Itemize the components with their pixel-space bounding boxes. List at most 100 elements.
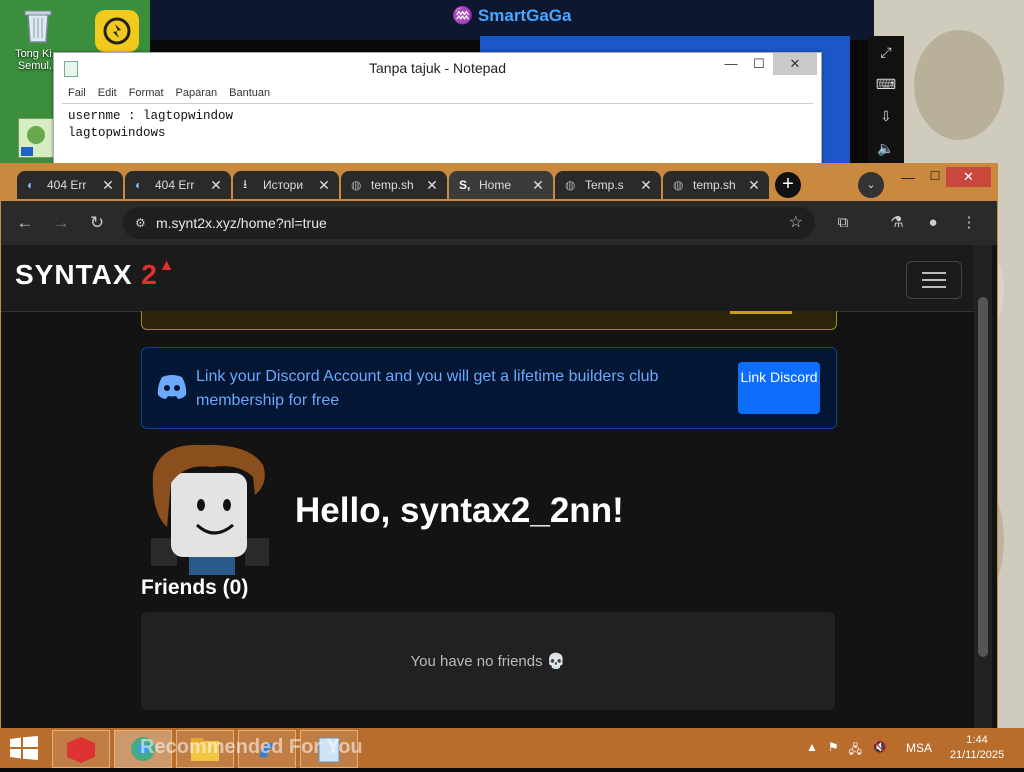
tab-label: Истори <box>263 178 304 192</box>
notepad-titlebar[interactable]: Tanpa tajuk - Notepad — ☐ ✕ <box>54 53 821 83</box>
warning-alert-button-partial[interactable] <box>730 311 792 314</box>
menu-view[interactable]: Paparan <box>176 87 218 99</box>
notepad-window[interactable]: Tanpa tajuk - Notepad — ☐ ✕ Fail Edit Fo… <box>53 52 822 169</box>
tab-home[interactable]: S, Home ✕ <box>449 171 553 199</box>
hamburger-line <box>922 279 946 281</box>
smartgaga-sidebar: ⤢ ⌨ ⇩ 🔈 <box>868 36 904 166</box>
tab-close-icon[interactable]: ✕ <box>423 177 441 194</box>
scrollbar-thumb[interactable] <box>978 297 988 657</box>
loading-icon: ◐ <box>135 178 143 192</box>
tab-strip: ◐ 404 Err ✕ ◐ 404 Err ✕ ⭳ Истори ✕ ◍ tem… <box>1 167 997 201</box>
taskbar-clock[interactable]: 1:44 21/11/2025 <box>946 733 1008 763</box>
syntax-favicon: S, <box>459 178 471 192</box>
notepad-close-button[interactable]: ✕ <box>773 53 817 75</box>
tab-search-button[interactable]: ⌄ <box>858 172 884 198</box>
tab-temp-2[interactable]: ◍ Temp.s ✕ <box>555 171 661 199</box>
clock-time: 1:44 <box>966 734 988 746</box>
discord-link-alert: Link your Discord Account and you will g… <box>141 347 837 429</box>
tab-label: Home <box>479 178 512 192</box>
friends-heading: Friends (0) <box>141 576 249 599</box>
bookmark-star-icon[interactable]: ☆ <box>789 207 803 239</box>
extensions-icon[interactable]: ⧉ <box>831 211 855 235</box>
page-content: SYNTAX 2 ▲ Link your Discord Account and… <box>1 245 974 732</box>
action-center-flag-icon[interactable]: ⚑ <box>828 740 839 761</box>
clock-date: 21/11/2025 <box>949 749 1005 761</box>
tab-close-icon[interactable]: ✕ <box>529 177 547 194</box>
taskbar-app-red-box[interactable] <box>52 730 110 768</box>
tab-temp-3[interactable]: ◍ temp.sh ✕ <box>663 171 769 199</box>
friends-card: You have no friends 💀 <box>141 612 835 710</box>
tab-label: 404 Err <box>155 178 195 192</box>
logo-number: 2 <box>141 259 158 290</box>
user-avatar[interactable] <box>141 443 271 575</box>
discord-icon <box>156 374 188 400</box>
smartgaga-title-text: SmartGaGa <box>477 6 572 25</box>
network-icon[interactable]: 🖧 <box>849 740 862 761</box>
tab-label: temp.sh <box>693 178 736 192</box>
syntax-logo[interactable]: SYNTAX 2 ▲ <box>15 257 183 291</box>
tab-label: Temp.s <box>585 178 624 192</box>
notepad-title: Tanpa tajuk - Notepad <box>369 60 506 76</box>
back-arrow-icon[interactable]: ← <box>13 211 37 235</box>
notepad-icon <box>64 61 78 77</box>
tab-close-icon[interactable]: ✕ <box>745 177 763 194</box>
browser-minimize-button[interactable]: — <box>896 169 920 189</box>
notepad-maximize-button[interactable]: ☐ <box>745 53 773 75</box>
site-info-icon[interactable]: ⚙ <box>135 207 146 239</box>
logo-text: SYNTAX <box>15 259 133 290</box>
tab-label: temp.sh <box>371 178 414 192</box>
tab-close-icon[interactable]: ✕ <box>637 177 655 194</box>
tab-label: 404 Err <box>47 178 87 192</box>
notepad-text-area[interactable]: usernme : lagtopwindow lagtopwindows <box>62 103 813 146</box>
recycle-bin-icon <box>19 6 57 46</box>
volume-muted-icon[interactable]: 🔇 <box>872 740 887 761</box>
tab-close-icon[interactable]: ✕ <box>99 177 117 194</box>
tab-close-icon[interactable]: ✕ <box>207 177 225 194</box>
address-bar[interactable]: ⚙ m.synt2x.xyz/home?nl=true ☆ <box>123 207 815 239</box>
smartgaga-title: ♒ SmartGaGa <box>452 6 571 26</box>
shortcut-icon[interactable] <box>18 118 54 158</box>
tray-overflow-icon[interactable]: ▲ <box>806 740 818 761</box>
forward-arrow-icon[interactable]: → <box>49 211 73 235</box>
notepad-menubar: Fail Edit Format Paparan Bantuan <box>54 83 821 103</box>
browser-close-button[interactable]: ✕ <box>946 167 991 187</box>
discord-alert-text: Link your Discord Account and you will g… <box>196 368 659 409</box>
windows-start-icon[interactable] <box>10 736 38 760</box>
smartgaga-launcher-icon[interactable] <box>95 10 139 52</box>
globe-icon: ◍ <box>565 178 576 192</box>
menu-edit[interactable]: Edit <box>98 87 117 99</box>
menu-help[interactable]: Bantuan <box>229 87 270 99</box>
language-indicator[interactable]: MSA <box>906 741 932 755</box>
tab-temp-1[interactable]: ◍ temp.sh ✕ <box>341 171 447 199</box>
menu-format[interactable]: Format <box>129 87 164 99</box>
volume-icon[interactable]: 🔈 <box>868 132 904 164</box>
navbar-toggle-button[interactable] <box>906 261 962 299</box>
download-icon: ⭳ <box>243 176 248 191</box>
link-discord-button[interactable]: Link Discord <box>738 362 820 414</box>
labs-flask-icon[interactable]: ⚗ <box>885 211 909 235</box>
profile-icon[interactable]: ● <box>921 211 945 235</box>
more-menu-icon[interactable]: ⋮ <box>957 211 981 235</box>
globe-icon: ◍ <box>673 178 684 192</box>
new-tab-button[interactable]: + <box>775 172 801 198</box>
tab-404-2[interactable]: ◐ 404 Err ✕ <box>125 171 231 199</box>
loading-icon: ◐ <box>27 178 35 192</box>
browser-maximize-button[interactable]: ☐ <box>923 169 947 189</box>
apk-install-icon[interactable]: ⇩ <box>868 100 904 132</box>
santa-hat-icon: ▲ <box>158 257 176 274</box>
recommended-watermark: Recommended For You <box>140 736 363 758</box>
tab-close-icon[interactable]: ✕ <box>315 177 333 194</box>
menu-file[interactable]: Fail <box>68 87 86 99</box>
tab-history[interactable]: ⭳ Истори ✕ <box>233 171 339 199</box>
globe-icon: ◍ <box>351 178 362 192</box>
reload-icon[interactable]: ↻ <box>85 211 109 235</box>
notepad-minimize-button[interactable]: — <box>717 53 745 75</box>
page-scrollbar[interactable] <box>974 245 992 732</box>
hamburger-line <box>922 272 946 274</box>
smartgaga-swan-icon: ♒ <box>452 6 474 25</box>
fullscreen-icon[interactable]: ⤢ <box>868 36 904 68</box>
tab-404-1[interactable]: ◐ 404 Err ✕ <box>17 171 123 199</box>
address-url: m.synt2x.xyz/home?nl=true <box>156 215 327 231</box>
keyboard-icon[interactable]: ⌨ <box>868 68 904 100</box>
site-navbar: SYNTAX 2 ▲ <box>1 245 974 312</box>
